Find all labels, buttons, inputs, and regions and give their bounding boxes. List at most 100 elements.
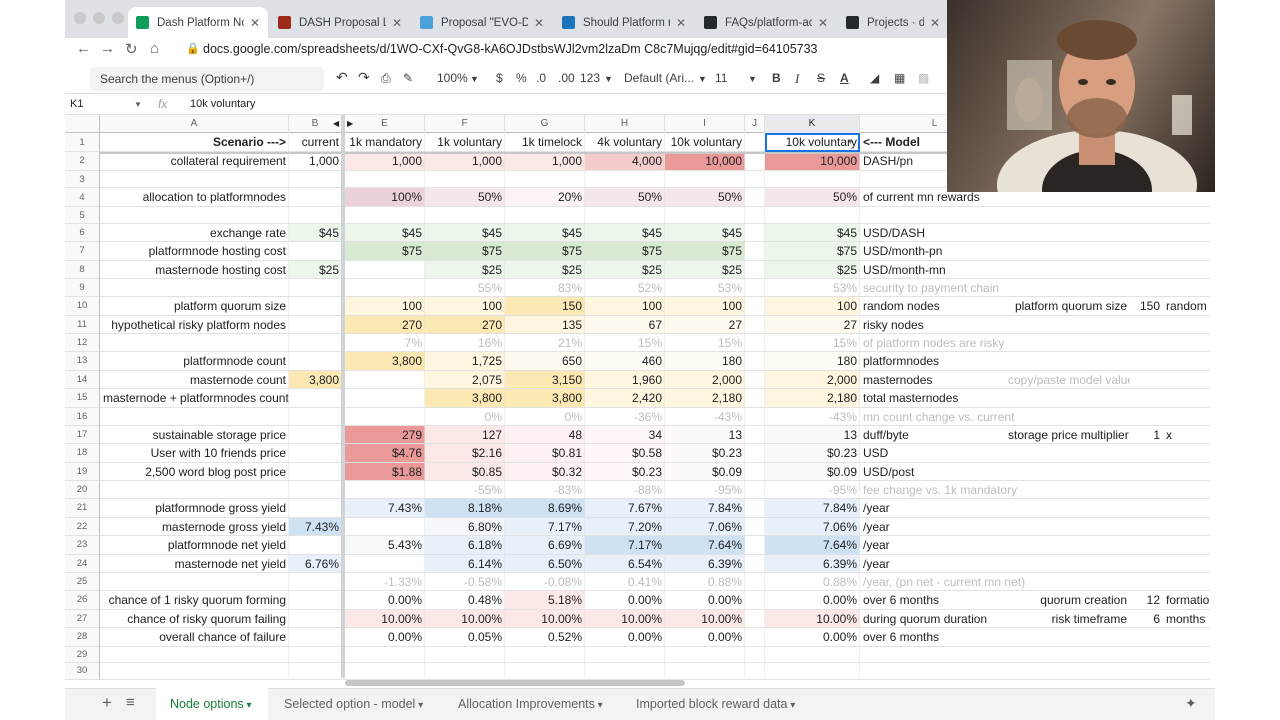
- row-header[interactable]: 17: [65, 425, 100, 444]
- side-note-cell[interactable]: months: [1163, 610, 1211, 629]
- data-cell[interactable]: $0.85: [425, 463, 505, 482]
- collapse-left-icon[interactable]: ◀: [333, 119, 339, 128]
- bold-button[interactable]: B: [772, 71, 781, 85]
- borders-icon[interactable]: ▦: [894, 71, 905, 85]
- row-header[interactable]: 8: [65, 260, 100, 279]
- data-cell[interactable]: $45: [585, 224, 665, 243]
- side-note-cell[interactable]: copy/paste model values from this line: [1005, 371, 1130, 390]
- data-cell[interactable]: 0.05%: [425, 628, 505, 647]
- data-cell[interactable]: 52%: [585, 279, 665, 297]
- data-cell[interactable]: 4,000: [585, 152, 665, 171]
- data-cell[interactable]: -36%: [585, 408, 665, 426]
- data-cell[interactable]: 2,420: [585, 389, 665, 408]
- data-cell[interactable]: platformnodes: [860, 352, 1030, 371]
- formula-input[interactable]: 10k voluntary: [190, 98, 255, 110]
- row-label-cell[interactable]: chance of 1 risky quorum forming: [100, 591, 289, 610]
- data-cell[interactable]: 13: [765, 426, 860, 445]
- data-cell[interactable]: /year: [860, 536, 1030, 555]
- row-label-cell[interactable]: exchange rate: [100, 224, 289, 243]
- data-cell[interactable]: 0.00%: [345, 628, 425, 647]
- data-cell[interactable]: $25: [765, 261, 860, 280]
- expand-right-icon[interactable]: ▶: [347, 119, 353, 128]
- back-icon[interactable]: ←: [76, 40, 91, 57]
- data-cell[interactable]: 6.18%: [425, 536, 505, 555]
- data-cell[interactable]: 7.43%: [289, 518, 342, 537]
- column-header[interactable]: K: [765, 115, 860, 133]
- data-cell[interactable]: 15%: [665, 334, 745, 352]
- row-header[interactable]: 6: [65, 223, 100, 242]
- data-cell[interactable]: 100: [665, 297, 745, 316]
- data-cell[interactable]: $0.09: [665, 463, 745, 482]
- data-cell[interactable]: $45: [425, 224, 505, 243]
- data-cell[interactable]: 10.00%: [345, 610, 425, 629]
- data-cell[interactable]: 10.00%: [665, 610, 745, 629]
- row-label-cell[interactable]: hypothetical risky platform nodes: [100, 316, 289, 335]
- name-box[interactable]: K1: [70, 98, 83, 110]
- data-cell[interactable]: $0.58: [585, 444, 665, 463]
- chevron-down-icon[interactable]: ▾: [595, 700, 603, 711]
- tab-close-icon[interactable]: ✕: [250, 16, 260, 30]
- data-cell[interactable]: 7.67%: [585, 499, 665, 518]
- data-cell[interactable]: 27: [665, 316, 745, 335]
- row-header[interactable]: 30: [65, 663, 100, 680]
- data-cell[interactable]: 0.00%: [585, 628, 665, 647]
- data-cell[interactable]: $75: [765, 242, 860, 261]
- data-cell[interactable]: 7.06%: [665, 518, 745, 537]
- data-cell[interactable]: $25: [425, 261, 505, 280]
- data-cell[interactable]: 7.84%: [665, 499, 745, 518]
- column-header[interactable]: E: [345, 115, 425, 133]
- all-sheets-icon[interactable]: ≡: [126, 694, 135, 711]
- data-cell[interactable]: 3,800: [345, 352, 425, 371]
- data-cell[interactable]: $1.88: [345, 463, 425, 482]
- data-cell[interactable]: 21%: [505, 334, 585, 352]
- row-header[interactable]: 1: [65, 133, 100, 152]
- data-cell[interactable]: 27: [765, 316, 860, 335]
- data-cell[interactable]: 6.80%: [425, 518, 505, 537]
- data-cell[interactable]: -83%: [505, 481, 585, 499]
- row-header[interactable]: 15: [65, 389, 100, 408]
- row-header[interactable]: 11: [65, 315, 100, 334]
- fill-color-icon[interactable]: ◢: [870, 71, 879, 85]
- row-label-cell[interactable]: overall chance of failure: [100, 628, 289, 647]
- row-label-cell[interactable]: platformnode gross yield: [100, 499, 289, 518]
- data-cell[interactable]: over 6 months: [860, 628, 1030, 647]
- explore-icon[interactable]: ✦: [1185, 695, 1197, 712]
- data-cell[interactable]: 10.00%: [505, 610, 585, 629]
- data-cell[interactable]: 180: [765, 352, 860, 371]
- row-header[interactable]: 29: [65, 646, 100, 663]
- column-header[interactable]: J: [745, 115, 765, 133]
- column-header[interactable]: A: [100, 115, 289, 133]
- data-cell[interactable]: 10k voluntary: [665, 133, 745, 152]
- data-cell[interactable]: $45: [345, 224, 425, 243]
- row-header[interactable]: 20: [65, 481, 100, 499]
- data-cell[interactable]: 83%: [505, 279, 585, 297]
- data-cell[interactable]: -1.33%: [345, 573, 425, 591]
- data-cell[interactable]: 10,000: [765, 152, 860, 171]
- row-header[interactable]: 3: [65, 170, 100, 188]
- more-formats-button[interactable]: 123: [580, 71, 600, 85]
- data-cell[interactable]: 1,000: [425, 152, 505, 171]
- row-header[interactable]: 22: [65, 517, 100, 536]
- text-color-button[interactable]: A: [840, 71, 849, 85]
- data-cell[interactable]: $45: [765, 224, 860, 243]
- row-label-cell[interactable]: 2,500 word blog post price: [100, 463, 289, 482]
- percent-button[interactable]: %: [516, 71, 527, 85]
- row-label-cell[interactable]: platformnode count: [100, 352, 289, 371]
- increase-decimal-button[interactable]: .00: [558, 71, 575, 85]
- data-cell[interactable]: $0.23: [585, 463, 665, 482]
- data-cell[interactable]: 3,800: [425, 389, 505, 408]
- browser-tab[interactable]: Should Platform ru ✕: [554, 7, 694, 38]
- data-cell[interactable]: $25: [585, 261, 665, 280]
- data-cell[interactable]: -43%: [765, 408, 860, 426]
- data-cell[interactable]: 13: [665, 426, 745, 445]
- data-cell[interactable]: $45: [665, 224, 745, 243]
- side-note-cell[interactable]: random: [1163, 297, 1211, 316]
- browser-tab[interactable]: Proposal "EVO-DEC ✕: [412, 7, 552, 38]
- data-cell[interactable]: 6.14%: [425, 555, 505, 574]
- data-cell[interactable]: $0.23: [765, 444, 860, 463]
- row-label-cell[interactable]: masternode + platformnodes count: [100, 389, 289, 408]
- data-cell[interactable]: 10.00%: [585, 610, 665, 629]
- side-note-cell[interactable]: 150: [1130, 297, 1163, 316]
- tab-close-icon[interactable]: ✕: [392, 16, 402, 30]
- print-icon[interactable]: ⎙: [381, 71, 391, 86]
